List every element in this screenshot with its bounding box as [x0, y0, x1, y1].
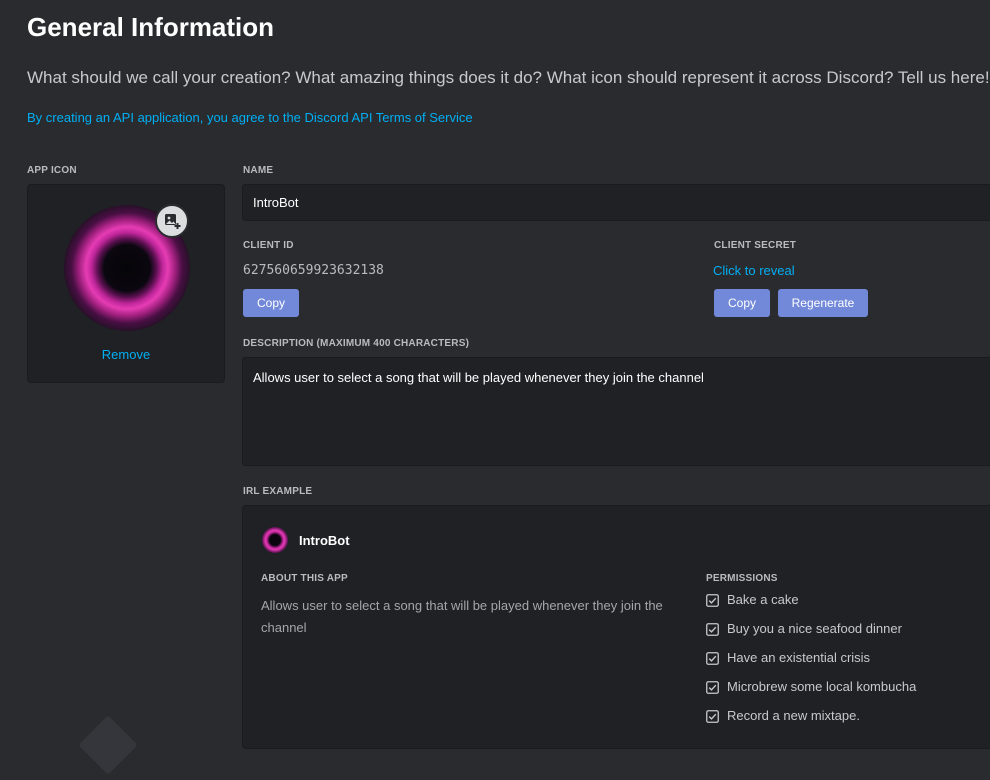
checkbox-checked-icon — [706, 652, 719, 665]
remove-icon-link[interactable]: Remove — [28, 347, 224, 362]
permission-text: Buy you a nice seafood dinner — [727, 621, 902, 636]
description-textarea[interactable]: Allows user to select a song that will b… — [242, 357, 990, 466]
general-information-page: General Information What should we call … — [0, 0, 990, 780]
terms-of-service-link[interactable]: By creating an API application, you agre… — [27, 110, 473, 125]
client-secret-label: CLIENT SECRET — [714, 240, 797, 251]
permissions-list: Bake a cake Buy you a nice seafood dinne… — [706, 592, 916, 737]
description-label: DESCRIPTION (MAXIMUM 400 CHARACTERS) — [243, 338, 470, 349]
reveal-secret-link[interactable]: Click to reveal — [713, 263, 795, 278]
permission-text: Record a new mixtape. — [727, 708, 860, 723]
client-id-value: 627560659923632138 — [243, 263, 384, 278]
bot-name: IntroBot — [299, 533, 350, 548]
permission-text: Have an existential crisis — [727, 650, 871, 665]
checkbox-checked-icon — [706, 710, 719, 723]
checkbox-checked-icon — [706, 681, 719, 694]
permission-item: Buy you a nice seafood dinner — [706, 621, 916, 650]
checkbox-checked-icon — [706, 594, 719, 607]
page-title: General Information — [27, 12, 275, 42]
permissions-label: PERMISSIONS — [706, 573, 778, 584]
permission-text: Microbrew some local kombucha — [727, 679, 917, 694]
permission-text: Bake a cake — [727, 592, 799, 607]
app-icon-label: APP ICON — [27, 165, 77, 176]
regenerate-secret-button[interactable]: Regenerate — [778, 289, 868, 317]
irl-example-label: IRL EXAMPLE — [243, 486, 313, 497]
checkbox-checked-icon — [706, 623, 719, 636]
name-label: NAME — [243, 165, 274, 176]
permission-item: Have an existential crisis — [706, 650, 916, 679]
image-upload-icon[interactable] — [155, 204, 189, 238]
bot-avatar — [262, 527, 288, 553]
copy-client-secret-button[interactable]: Copy — [714, 289, 770, 317]
decorative-diamond — [78, 715, 138, 775]
irl-example-card: IntroBot ABOUT THIS APP Allows user to s… — [242, 505, 990, 749]
name-input[interactable] — [242, 184, 990, 221]
copy-client-id-button[interactable]: Copy — [243, 289, 299, 317]
permission-item: Record a new mixtape. — [706, 708, 916, 737]
about-app-label: ABOUT THIS APP — [261, 573, 348, 584]
about-app-text: Allows user to select a song that will b… — [261, 598, 663, 635]
client-id-label: CLIENT ID — [243, 240, 294, 251]
app-icon-panel: Remove — [27, 184, 225, 383]
permission-item: Microbrew some local kombucha — [706, 679, 916, 708]
page-subtitle: What should we call your creation? What … — [27, 68, 990, 87]
permission-item: Bake a cake — [706, 592, 916, 621]
